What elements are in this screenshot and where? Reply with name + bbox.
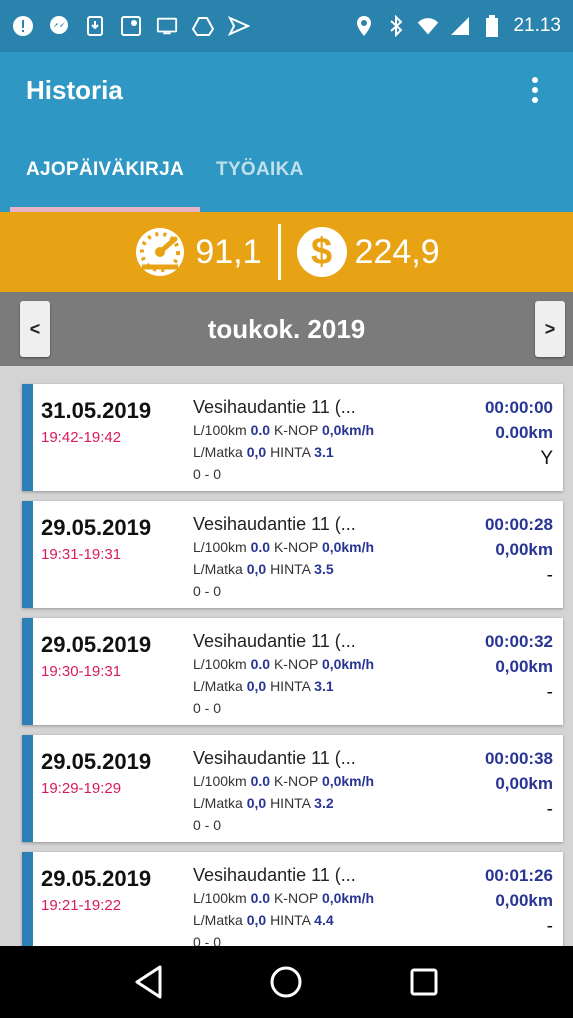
send-icon — [228, 15, 250, 37]
list-item[interactable]: 31.05.2019 19:42-19:42 Vesihaudantie 11 … — [22, 384, 563, 491]
location-icon — [353, 15, 375, 37]
tab-bar: AJOPÄIVÄKIRJA TYÖAIKA — [0, 128, 573, 212]
trip-duration: 00:00:00 — [484, 398, 553, 417]
list-item[interactable]: 29.05.2019 19:31-19:31 Vesihaudantie 11 … — [22, 501, 563, 608]
trip-time: 19:29-19:29 — [41, 780, 122, 797]
trip-duration: 00:00:32 — [484, 632, 553, 651]
trip-date: 31.05.2019 — [41, 398, 152, 423]
system-nav-bar — [0, 946, 573, 1018]
price-line: L/Matka 0,0 HINTA 3.2 — [193, 795, 334, 811]
odometer-range: 0 - 0 — [193, 700, 222, 716]
consumption-line: L/100km 0.0 K-NOP 0,0km/h — [193, 539, 375, 555]
distance-value: 91,1 — [195, 232, 262, 271]
trip-address: Vesihaudantie 11 (... — [193, 514, 356, 534]
consumption-line: L/100km 0.0 K-NOP 0,0km/h — [193, 890, 375, 906]
trip-flag: Y — [540, 448, 553, 469]
trip-distance: 0,00km — [495, 540, 553, 559]
trip-distance: 0.00km — [495, 423, 553, 442]
month-navigator: < toukok. 2019 > — [0, 292, 573, 366]
odometer-range: 0 - 0 — [193, 934, 222, 946]
trip-duration: 00:01:26 — [484, 866, 553, 885]
trip-flag: - — [546, 916, 553, 937]
wifi-icon — [417, 15, 439, 37]
tab-tyoaika[interactable]: TYÖAIKA — [200, 128, 320, 212]
drive-icon — [192, 15, 214, 37]
odometer-range: 0 - 0 — [193, 466, 222, 482]
cast-icon — [156, 15, 178, 37]
trip-time: 19:30-19:31 — [41, 663, 122, 680]
alert-icon — [12, 15, 34, 37]
trip-flag: - — [546, 682, 553, 703]
prev-month-button[interactable]: < — [20, 301, 50, 357]
list-item[interactable]: 29.05.2019 19:21-19:22 Vesihaudantie 11 … — [22, 852, 563, 946]
price-line: L/Matka 0,0 HINTA 3.1 — [193, 678, 334, 694]
summary-divider — [277, 224, 281, 280]
trip-time: 19:42-19:42 — [41, 429, 122, 446]
tab-ajopaivakirja[interactable]: AJOPÄIVÄKIRJA — [10, 128, 201, 212]
signal-icon — [449, 15, 471, 37]
trip-flag: - — [546, 565, 553, 586]
home-icon[interactable] — [261, 957, 311, 1007]
trip-distance: 0,00km — [495, 657, 553, 676]
status-bar: 21.13 — [0, 0, 573, 52]
trip-date: 29.05.2019 — [41, 749, 152, 774]
trip-list[interactable]: 31.05.2019 19:42-19:42 Vesihaudantie 11 … — [0, 366, 573, 946]
dollar-icon: $ — [296, 227, 347, 277]
consumption-line: L/100km 0.0 K-NOP 0,0km/h — [193, 773, 375, 789]
page-title: Historia — [26, 74, 123, 105]
app-bar: Historia — [0, 52, 573, 128]
trip-address: Vesihaudantie 11 (... — [193, 865, 356, 885]
bluetooth-icon — [385, 15, 407, 37]
speedometer-icon — [133, 225, 187, 279]
trip-duration: 00:00:38 — [484, 749, 553, 768]
cost-value: 224,9 — [354, 232, 440, 271]
next-month-button[interactable]: > — [535, 301, 565, 357]
trip-duration: 00:00:28 — [484, 515, 553, 534]
battery-icon — [481, 15, 503, 37]
trip-distance: 0,00km — [495, 891, 553, 910]
download-icon — [84, 15, 106, 37]
maps-icon — [120, 15, 142, 37]
recents-icon[interactable] — [399, 957, 449, 1007]
trip-address: Vesihaudantie 11 (... — [193, 397, 356, 417]
odometer-range: 0 - 0 — [193, 583, 222, 599]
messenger-icon — [48, 15, 70, 37]
price-line: L/Matka 0,0 HINTA 3.1 — [193, 444, 334, 460]
trip-time: 19:21-19:22 — [41, 897, 122, 914]
trip-date: 29.05.2019 — [41, 515, 152, 540]
status-time: 21.13 — [513, 15, 561, 36]
trip-flag: - — [546, 799, 553, 820]
cost-summary: $ 224,9 — [296, 227, 440, 277]
trip-address: Vesihaudantie 11 (... — [193, 748, 356, 768]
trip-date: 29.05.2019 — [41, 632, 152, 657]
consumption-line: L/100km 0.0 K-NOP 0,0km/h — [193, 656, 375, 672]
trip-time: 19:31-19:31 — [41, 546, 122, 563]
price-line: L/Matka 0,0 HINTA 4.4 — [193, 912, 334, 928]
summary-bar: 91,1 $ 224,9 — [0, 212, 573, 292]
month-label: toukok. 2019 — [207, 313, 366, 344]
trip-date: 29.05.2019 — [41, 866, 152, 891]
trip-distance: 0,00km — [495, 774, 553, 793]
back-icon[interactable] — [124, 957, 174, 1007]
trip-address: Vesihaudantie 11 (... — [193, 631, 356, 651]
list-item[interactable]: 29.05.2019 19:30-19:31 Vesihaudantie 11 … — [22, 618, 563, 725]
odometer-range: 0 - 0 — [193, 817, 222, 833]
price-line: L/Matka 0,0 HINTA 3.5 — [193, 561, 334, 577]
consumption-line: L/100km 0.0 K-NOP 0,0km/h — [193, 422, 375, 438]
list-item[interactable]: 29.05.2019 19:29-19:29 Vesihaudantie 11 … — [22, 735, 563, 842]
more-vert-icon[interactable] — [523, 70, 547, 110]
distance-summary: 91,1 — [133, 225, 262, 279]
